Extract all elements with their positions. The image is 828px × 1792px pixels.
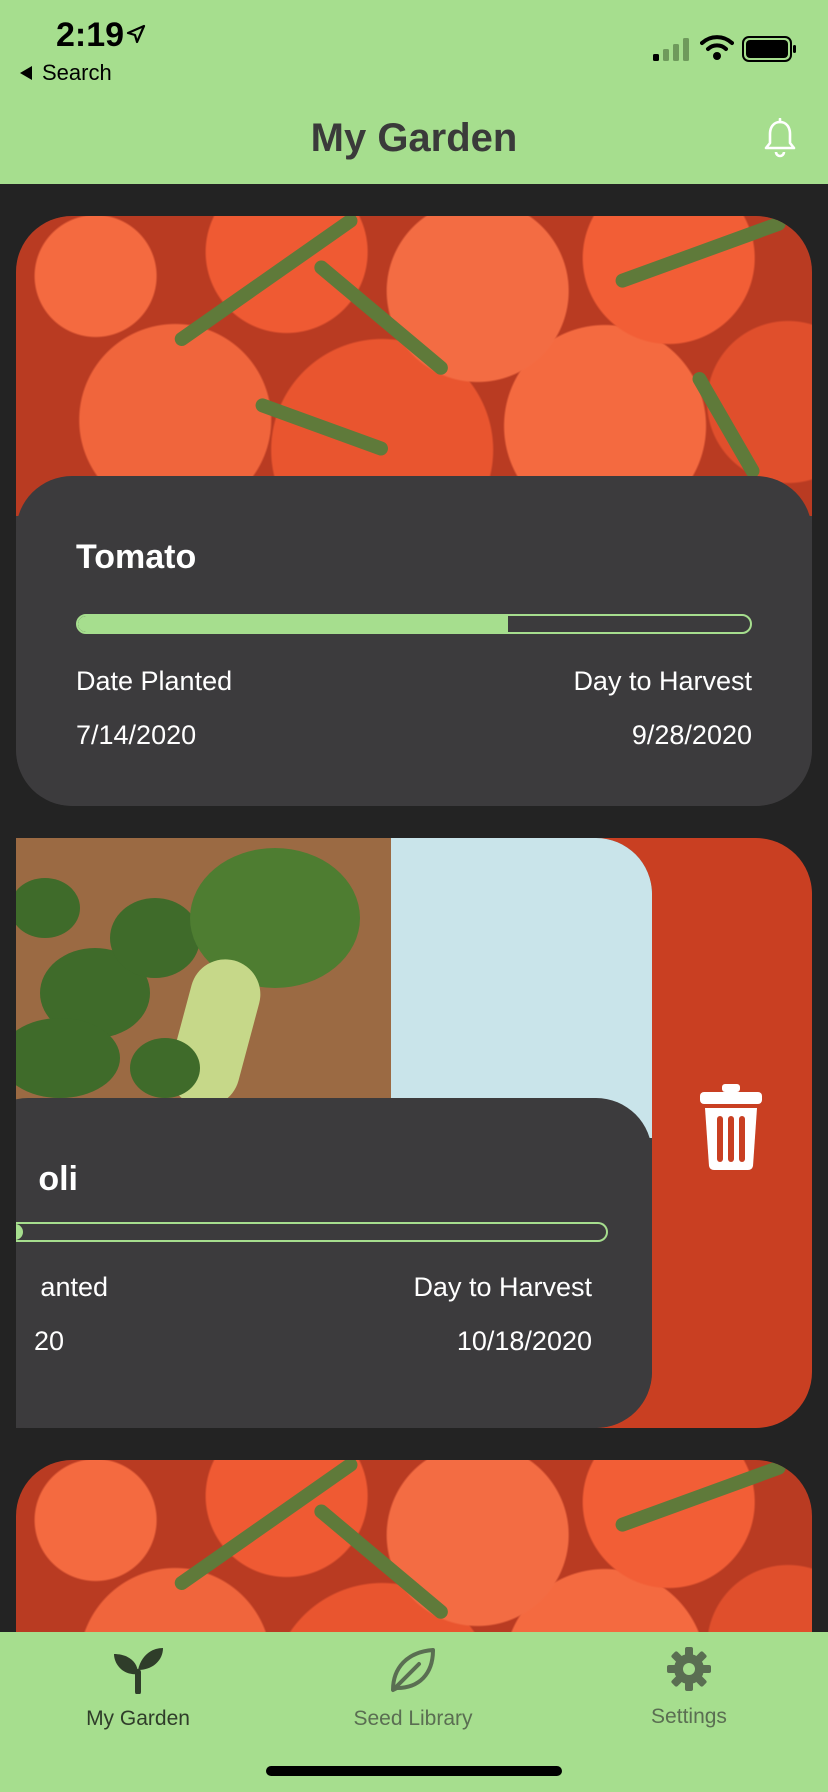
plant-card-broccoli[interactable]: oli anted Day to Harvest 20 10/18/2020 (16, 838, 652, 1428)
plant-image (16, 838, 652, 1138)
tab-my-garden[interactable]: My Garden (38, 1646, 238, 1731)
growth-progress-bar (16, 1222, 608, 1242)
home-indicator[interactable] (266, 1766, 562, 1776)
tab-label: Settings (651, 1705, 727, 1728)
plant-info-panel: oli anted Day to Harvest 20 10/18/2020 (16, 1098, 652, 1428)
leaf-icon (391, 1648, 435, 1692)
gear-icon (667, 1647, 711, 1691)
growth-progress-bar (76, 614, 752, 634)
back-label: Search (42, 60, 112, 85)
plant-card-tomato[interactable]: Tomato Date Planted Day to Harvest 7/14/… (16, 216, 812, 806)
harvest-date-value: 10/18/2020 (456, 1326, 592, 1356)
plant-image (16, 216, 812, 516)
wifi-icon (700, 35, 734, 60)
growth-progress-fill (16, 1224, 23, 1240)
back-arrow-icon (20, 66, 32, 80)
growth-progress-fill (78, 616, 509, 632)
date-planted-label: anted (40, 1272, 108, 1302)
page-title: My Garden (310, 116, 518, 160)
trash-icon[interactable] (698, 1082, 764, 1172)
date-planted-label: Date Planted (76, 666, 233, 696)
tab-settings[interactable]: Settings (589, 1646, 789, 1729)
location-arrow-icon (126, 24, 146, 44)
tab-seed-library[interactable]: Seed Library (313, 1646, 513, 1731)
back-to-search[interactable]: Search (20, 60, 112, 86)
harvest-label: Day to Harvest (573, 666, 752, 696)
harvest-label: Day to Harvest (413, 1272, 592, 1302)
sprout-icon (114, 1648, 163, 1695)
status-time: 2:19 (56, 16, 125, 54)
plant-name: oli (38, 1160, 78, 1198)
date-planted-value: 7/14/2020 (76, 720, 197, 750)
cellular-signal-icon (653, 38, 689, 61)
tab-label: My Garden (86, 1707, 190, 1730)
tab-label: Seed Library (353, 1707, 473, 1730)
battery-icon (742, 36, 796, 62)
top-bar: 2:19 Search My Garden (0, 0, 828, 184)
date-planted-value: 20 (33, 1326, 64, 1356)
plant-name: Tomato (76, 538, 197, 576)
harvest-date-value: 9/28/2020 (631, 720, 752, 750)
notifications-bell-icon[interactable] (762, 118, 798, 158)
plant-info-panel: Tomato Date Planted Day to Harvest 7/14/… (16, 476, 812, 806)
